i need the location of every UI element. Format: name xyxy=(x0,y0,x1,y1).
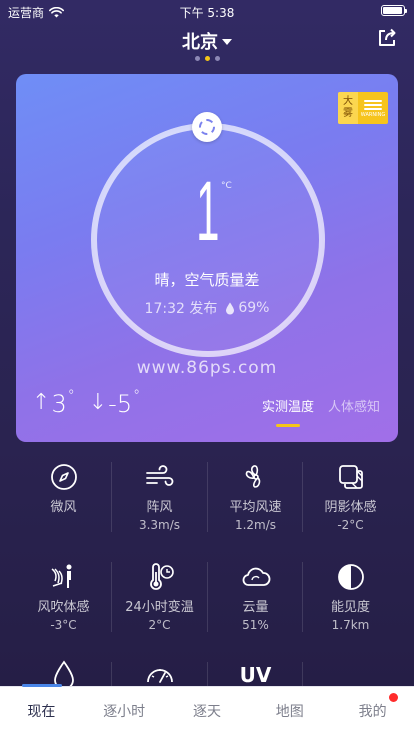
fog-warning-badge[interactable]: 大 雾 WARNING xyxy=(338,92,388,124)
notification-dot xyxy=(388,693,398,702)
page-dot xyxy=(214,56,220,61)
detail-label: 能见度 xyxy=(330,600,370,615)
detail-label: 微风 xyxy=(50,500,77,515)
detail-value: 2°C xyxy=(148,618,171,632)
detail-value: 3.3m/s xyxy=(138,518,181,532)
badge-line2: 雾 xyxy=(343,108,353,119)
temperature-tabs: 实测温度 人体感知 xyxy=(262,396,380,427)
detail-shade-feel[interactable]: 阴影体感 -2°C xyxy=(303,462,398,533)
low-temp: ↓ -5 ° xyxy=(88,388,141,418)
badge-label: 大 雾 xyxy=(338,92,358,124)
tab-feels-like[interactable]: 人体感知 xyxy=(328,396,380,415)
detail-value: 1.2m/s xyxy=(234,518,277,532)
detail-cloud-cover[interactable]: 云量 51% xyxy=(208,562,303,633)
status-bar: 运营商 下午 5:38 xyxy=(0,0,414,22)
badge-line1: 大 xyxy=(343,96,353,107)
uv-label: UV xyxy=(239,663,272,687)
shade-icon xyxy=(336,462,366,492)
arrow-up-icon: ↑ xyxy=(32,390,51,415)
visibility-icon xyxy=(336,562,366,592)
thermometer-clock-icon xyxy=(145,562,175,592)
nav-item-now[interactable]: 现在 xyxy=(0,687,83,736)
cloud-icon xyxy=(241,562,271,592)
nav-item-me[interactable]: 我的 xyxy=(331,687,414,736)
detail-value: -3°C xyxy=(50,618,77,632)
detail-label: 风吹体感 xyxy=(37,600,90,615)
high-temp-value: 3 xyxy=(51,390,67,418)
nav-item-daily[interactable]: 逐天 xyxy=(166,687,249,736)
weather-card[interactable]: 大 雾 WARNING 1 °C 晴，空气质量差 17:32 发布 69% ww… xyxy=(16,74,398,442)
humidity-drop-icon xyxy=(226,302,235,314)
chevron-down-icon xyxy=(222,39,232,45)
detail-label: 阵风 xyxy=(146,500,173,515)
high-temp: ↑ 3 ° xyxy=(32,388,75,418)
weather-details-grid: 微风 阵风 3.3m/s 平均风速 1.2m/s 阴影体感 -2°C 风吹体感 … xyxy=(0,452,414,690)
detail-label: 云量 xyxy=(242,600,269,615)
high-temp-degree: ° xyxy=(67,388,75,404)
fan-icon xyxy=(241,462,271,492)
bottom-nav: 现在 逐小时 逐天 地图 我的 xyxy=(0,684,414,736)
page-dot xyxy=(194,56,200,61)
header: 北京 xyxy=(0,24,414,68)
temperature-unit: °C xyxy=(221,181,232,191)
tab-measured-temperature[interactable]: 实测温度 xyxy=(262,396,314,427)
share-icon[interactable] xyxy=(376,27,398,49)
nav-item-me-label: 我的 xyxy=(358,704,387,720)
detail-label: 阴影体感 xyxy=(324,500,377,515)
wind-person-icon xyxy=(49,562,79,592)
detail-value: 1.7km xyxy=(331,618,370,632)
detail-label: 平均风速 xyxy=(229,500,282,515)
fog-icon: WARNING xyxy=(358,92,388,124)
battery-icon xyxy=(381,5,407,16)
detail-value: -2°C xyxy=(337,518,364,532)
detail-value: 51% xyxy=(242,618,269,632)
detail-label: 24小时变温 xyxy=(125,600,194,615)
page-indicator xyxy=(0,56,414,61)
compass-icon xyxy=(49,462,79,492)
low-temp-degree: ° xyxy=(133,388,141,404)
publish-time: 17:32 发布 xyxy=(144,301,218,317)
nav-item-map[interactable]: 地图 xyxy=(248,687,331,736)
detail-wind-level[interactable]: 微风 xyxy=(16,462,111,517)
ring-knob-icon[interactable] xyxy=(192,112,222,142)
city-selector[interactable]: 北京 xyxy=(0,28,414,54)
weather-description: 晴，空气质量差 xyxy=(154,271,260,289)
high-low-temps: ↑ 3 ° ↓ -5 ° xyxy=(32,388,141,418)
status-time: 下午 5:38 xyxy=(179,6,235,20)
detail-gust[interactable]: 阵风 3.3m/s xyxy=(112,462,207,533)
nav-item-hourly[interactable]: 逐小时 xyxy=(83,687,166,736)
arrow-down-icon: ↓ xyxy=(88,390,108,415)
wind-icon xyxy=(145,462,175,492)
current-temperature: 1 xyxy=(195,164,219,258)
low-temp-value: -5 xyxy=(108,390,133,418)
publish-info: 17:32 发布 69% xyxy=(16,298,398,318)
battery-fill xyxy=(383,7,402,14)
watermark-text: www.86ps.com xyxy=(136,358,278,378)
detail-wind-chill[interactable]: 风吹体感 -3°C xyxy=(16,562,111,633)
page-dot xyxy=(204,56,210,61)
detail-24h-change[interactable]: 24小时变温 2°C xyxy=(112,562,207,633)
humidity-value: 69% xyxy=(238,300,270,316)
detail-avg-wind[interactable]: 平均风速 1.2m/s xyxy=(208,462,303,533)
city-name: 北京 xyxy=(182,32,218,53)
badge-text: WARNING xyxy=(360,112,386,118)
detail-visibility[interactable]: 能见度 1.7km xyxy=(303,562,398,633)
